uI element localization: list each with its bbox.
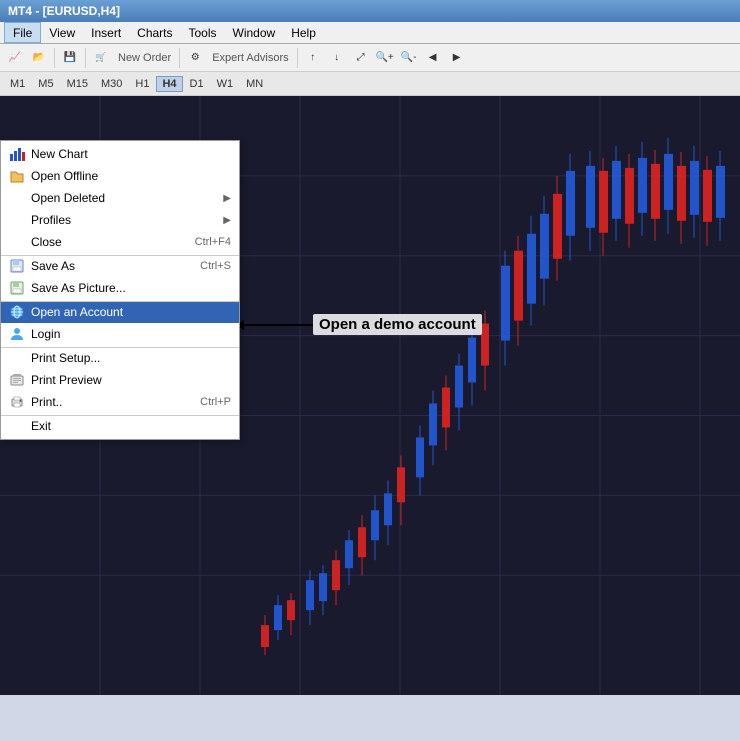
toolbar-open[interactable]: 📂 <box>28 47 50 69</box>
save-as-shortcut: Ctrl+S <box>200 260 231 272</box>
open-account-label: Open an Account <box>31 305 231 319</box>
title-text: MT4 - [EURUSD,H4] <box>8 4 120 18</box>
print-icon <box>7 394 27 410</box>
file-dropdown-menu: New Chart Open Offline Open Deleted ▶ Pr… <box>0 140 240 440</box>
menu-tools[interactable]: Tools <box>181 22 225 43</box>
toolbar-sep3 <box>179 48 180 68</box>
menu-login[interactable]: Login <box>1 323 239 345</box>
open-deleted-label: Open Deleted <box>31 191 223 205</box>
tf-h1[interactable]: H1 <box>129 76 155 92</box>
toolbar-sep4 <box>297 48 298 68</box>
login-icon <box>7 326 27 342</box>
print-shortcut: Ctrl+P <box>200 396 231 408</box>
new-chart-icon <box>7 146 27 162</box>
profiles-label: Profiles <box>31 213 223 227</box>
print-setup-icon <box>7 350 27 366</box>
save-as-picture-label: Save As Picture... <box>31 281 231 295</box>
toolbar-expert-icon[interactable]: ⚙ <box>184 47 206 69</box>
toolbar-btn4[interactable]: 🔍+ <box>374 47 396 69</box>
toolbar-btn3[interactable]: ⤢ <box>350 47 372 69</box>
toolbar-new-chart[interactable]: 📈 <box>4 47 26 69</box>
menu-file[interactable]: File <box>4 22 41 43</box>
open-offline-icon <box>7 168 27 184</box>
menu-open-deleted[interactable]: Open Deleted ▶ <box>1 187 239 209</box>
menu-print-setup[interactable]: Print Setup... <box>1 347 239 369</box>
close-label: Close <box>31 235 175 249</box>
title-bar: MT4 - [EURUSD,H4] <box>0 0 740 22</box>
close-icon <box>7 234 27 250</box>
profiles-arrow: ▶ <box>223 215 231 226</box>
toolbar-btn7[interactable]: ▶ <box>446 47 468 69</box>
toolbar-btn6[interactable]: ◀ <box>422 47 444 69</box>
print-label: Print.. <box>31 395 180 409</box>
menu-open-offline[interactable]: Open Offline <box>1 165 239 187</box>
open-deleted-arrow: ▶ <box>223 193 231 204</box>
menu-save-as[interactable]: Save As Ctrl+S <box>1 255 239 277</box>
toolbar-new-order-label: New Order <box>114 52 175 64</box>
menu-window[interactable]: Window <box>225 22 284 43</box>
open-offline-label: Open Offline <box>31 169 231 183</box>
open-account-icon <box>7 304 27 320</box>
toolbar-btn1[interactable]: ↑ <box>302 47 324 69</box>
save-as-icon <box>7 258 27 274</box>
timeframe-bar: M1 M5 M15 M30 H1 H4 D1 W1 MN <box>0 72 740 96</box>
menu-charts[interactable]: Charts <box>129 22 180 43</box>
menu-open-account[interactable]: Open an Account <box>1 301 239 323</box>
main-area: Open a demo account New Chart Open Offli… <box>0 96 740 695</box>
toolbar-sep2 <box>85 48 86 68</box>
menu-bar: File View Insert Charts Tools Window Hel… <box>0 22 740 44</box>
print-setup-label: Print Setup... <box>31 351 231 365</box>
menu-profiles[interactable]: Profiles ▶ <box>1 209 239 231</box>
toolbar-save[interactable]: 💾 <box>59 47 81 69</box>
tf-m1[interactable]: M1 <box>4 76 31 92</box>
menu-exit[interactable]: Exit <box>1 415 239 437</box>
toolbar-new-order[interactable]: 🛒 <box>90 47 112 69</box>
close-shortcut: Ctrl+F4 <box>195 236 231 248</box>
tf-d1[interactable]: D1 <box>184 76 210 92</box>
exit-icon <box>7 418 27 434</box>
new-chart-label: New Chart <box>31 147 231 161</box>
toolbar-btn5[interactable]: 🔍- <box>398 47 420 69</box>
login-label: Login <box>31 327 231 341</box>
tf-m30[interactable]: M30 <box>95 76 128 92</box>
menu-help[interactable]: Help <box>283 22 324 43</box>
menu-insert[interactable]: Insert <box>83 22 129 43</box>
tf-w1[interactable]: W1 <box>211 76 240 92</box>
menu-print-preview[interactable]: Print Preview <box>1 369 239 391</box>
exit-label: Exit <box>31 419 231 433</box>
save-as-picture-icon <box>7 280 27 296</box>
menu-view[interactable]: View <box>41 22 83 43</box>
profiles-icon <box>7 212 27 228</box>
menu-print[interactable]: Print.. Ctrl+P <box>1 391 239 413</box>
toolbar-expert-label: Expert Advisors <box>208 52 292 64</box>
print-preview-label: Print Preview <box>31 373 231 387</box>
annotation: Open a demo account <box>243 314 482 335</box>
print-preview-icon <box>7 372 27 388</box>
menu-save-as-picture[interactable]: Save As Picture... <box>1 277 239 299</box>
menu-new-chart[interactable]: New Chart <box>1 143 239 165</box>
save-as-label: Save As <box>31 259 180 273</box>
toolbar-btn2[interactable]: ↓ <box>326 47 348 69</box>
tf-mn[interactable]: MN <box>240 76 269 92</box>
tf-m15[interactable]: M15 <box>61 76 94 92</box>
menu-close[interactable]: Close Ctrl+F4 <box>1 231 239 253</box>
annotation-text: Open a demo account <box>313 314 482 335</box>
tf-m5[interactable]: M5 <box>32 76 59 92</box>
toolbar: 📈 📂 💾 🛒 New Order ⚙ Expert Advisors ↑ ↓ … <box>0 44 740 72</box>
toolbar-sep1 <box>54 48 55 68</box>
open-deleted-icon <box>7 190 27 206</box>
tf-h4[interactable]: H4 <box>156 76 182 92</box>
